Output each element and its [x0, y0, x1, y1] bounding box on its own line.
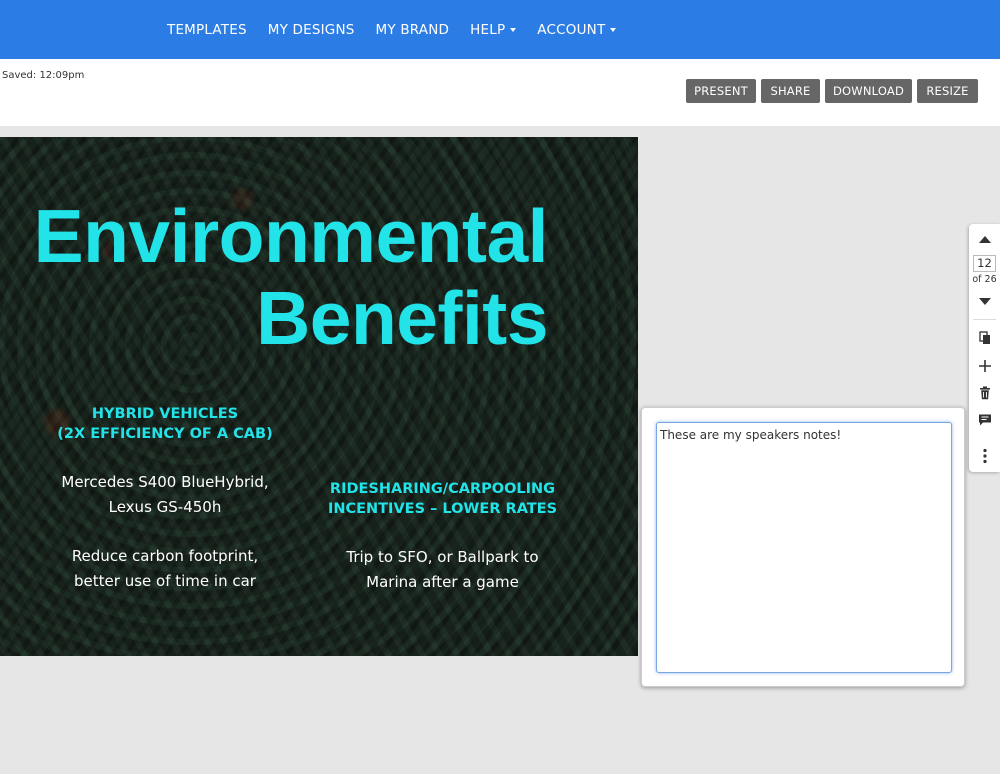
- slide-title-line2: Benefits: [256, 276, 548, 360]
- page-down-icon[interactable]: [979, 298, 991, 305]
- nav-templates[interactable]: TEMPLATES: [167, 22, 247, 38]
- right-heading-line2: INCENTIVES – LOWER RATES: [327, 501, 558, 517]
- left-body1-line1: Mercedes S400 BlueHybrid,: [61, 473, 269, 491]
- speaker-notes-textarea[interactable]: These are my speakers notes!: [656, 422, 952, 673]
- nav-account-label: ACCOUNT: [537, 21, 606, 38]
- left-body2-line1: Reduce carbon footprint,: [71, 547, 259, 565]
- share-button[interactable]: SHARE: [761, 79, 820, 103]
- left-body-carbon[interactable]: Reduce carbon footprint, better use of t…: [40, 544, 290, 594]
- left-heading-line2: (2X EFFICIENCY OF A CAB): [57, 426, 273, 442]
- slide-title[interactable]: Environmental Benefits: [0, 194, 549, 360]
- editor-toolbar: Saved: 12:09pm PRESENT SHARE DOWNLOAD RE…: [0, 59, 1000, 126]
- nav-templates-label: TEMPLATES: [167, 21, 247, 38]
- top-navigation-bar: TEMPLATES MY DESIGNS MY BRAND HELP ACCOU…: [0, 0, 1000, 59]
- nav-my-brand[interactable]: MY BRAND: [376, 22, 450, 38]
- current-page-input[interactable]: 12: [973, 255, 996, 272]
- page-navigator: 12 of 26: [969, 224, 1000, 472]
- duplicate-page-icon[interactable]: [977, 330, 993, 346]
- page-up-icon[interactable]: [979, 236, 991, 243]
- left-heading[interactable]: HYBRID VEHICLES (2X EFFICIENCY OF A CAB): [40, 404, 290, 444]
- main-nav: TEMPLATES MY DESIGNS MY BRAND HELP ACCOU…: [167, 0, 637, 59]
- nav-help-dropdown[interactable]: HELP: [470, 21, 517, 38]
- slide-canvas[interactable]: Environmental Benefits HYBRID VEHICLES (…: [0, 137, 638, 656]
- left-body1-line2: Lexus GS-450h: [108, 498, 222, 516]
- resize-button[interactable]: RESIZE: [917, 79, 978, 103]
- left-body2-line2: better use of time in car: [74, 572, 256, 590]
- more-options-icon[interactable]: [977, 448, 993, 464]
- nav-my-designs-label: MY DESIGNS: [267, 21, 355, 38]
- add-page-icon[interactable]: [977, 358, 993, 374]
- left-body-vehicles[interactable]: Mercedes S400 BlueHybrid, Lexus GS-450h: [40, 470, 290, 520]
- right-body[interactable]: Trip to SFO, or Ballpark to Marina after…: [300, 545, 585, 595]
- pager-divider: [973, 319, 996, 320]
- present-button[interactable]: PRESENT: [686, 79, 756, 103]
- speaker-notes-panel: These are my speakers notes!: [641, 407, 965, 687]
- toolbar-actions: PRESENT SHARE DOWNLOAD RESIZE: [681, 79, 978, 103]
- right-heading[interactable]: RIDESHARING/CARPOOLING INCENTIVES – LOWE…: [300, 479, 585, 519]
- left-heading-line1: HYBRID VEHICLES: [91, 406, 239, 422]
- caret-down-icon: [510, 28, 517, 32]
- saved-status: Saved: 12:09pm: [2, 70, 85, 81]
- nav-account-dropdown[interactable]: ACCOUNT: [537, 21, 617, 38]
- nav-help-label: HELP: [470, 21, 506, 38]
- right-body-line1: Trip to SFO, or Ballpark to: [346, 548, 539, 566]
- page-total: of 26: [972, 274, 997, 285]
- delete-page-icon[interactable]: [977, 385, 993, 401]
- caret-down-icon: [610, 28, 617, 32]
- slide-title-line1: Environmental: [33, 194, 549, 278]
- nav-my-designs[interactable]: MY DESIGNS: [268, 22, 355, 38]
- nav-my-brand-label: MY BRAND: [375, 21, 450, 38]
- right-body-line2: Marina after a game: [366, 573, 519, 591]
- slide-content: Environmental Benefits HYBRID VEHICLES (…: [0, 137, 638, 656]
- right-heading-line1: RIDESHARING/CARPOOLING: [329, 481, 556, 497]
- speaker-notes-icon[interactable]: [977, 412, 993, 428]
- download-button[interactable]: DOWNLOAD: [825, 79, 912, 103]
